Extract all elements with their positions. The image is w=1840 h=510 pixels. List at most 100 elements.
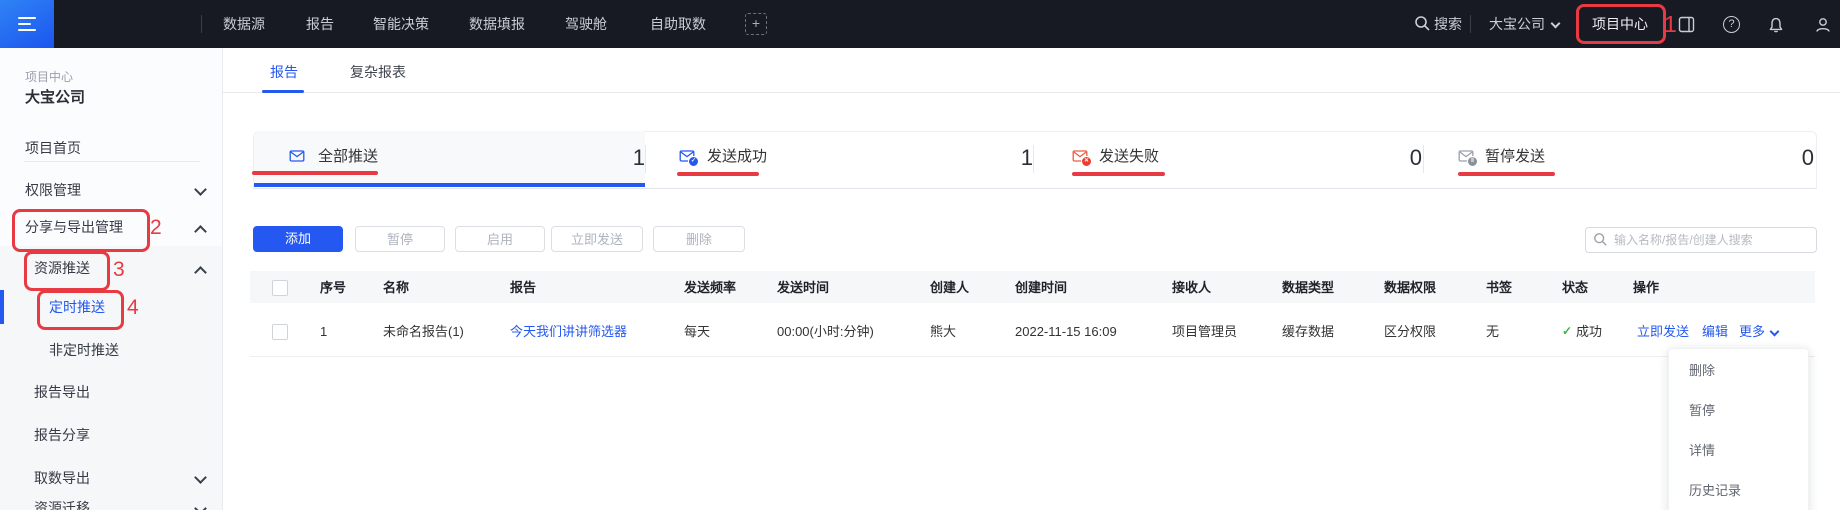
menu-item-detail[interactable]: 详情 — [1669, 431, 1808, 471]
bell-icon[interactable] — [1767, 16, 1785, 34]
add-module-button[interactable]: + — [745, 13, 767, 35]
row-checkbox[interactable] — [272, 324, 288, 340]
cell-creator: 熊大 — [930, 323, 956, 341]
topbar-nav-datasource[interactable]: 数据源 — [223, 0, 265, 48]
col-header-index: 序号 — [320, 279, 346, 297]
col-header-name: 名称 — [383, 279, 409, 297]
divider — [24, 161, 200, 162]
help-icon[interactable]: ? — [1723, 16, 1740, 33]
delete-button[interactable]: 删除 — [653, 226, 745, 252]
more-actions-menu: 删除 暂停 详情 历史记录 — [1668, 348, 1809, 510]
tab-report[interactable]: 报告 — [270, 62, 298, 82]
sidebar-item-permission[interactable]: 权限管理 — [25, 180, 81, 200]
hamburger-icon — [18, 29, 36, 31]
pause-button[interactable]: 暂停 — [355, 226, 445, 252]
search-icon — [1593, 232, 1608, 247]
sidebar-item-query-export[interactable]: 取数导出 — [34, 468, 90, 488]
active-tab-indicator — [262, 90, 304, 93]
col-header-report: 报告 — [510, 279, 536, 297]
col-header-data-permission: 数据权限 — [1384, 279, 1436, 297]
col-header-frequency: 发送频率 — [684, 279, 736, 297]
tab-complex-report[interactable]: 复杂报表 — [350, 62, 406, 82]
active-segment-indicator — [254, 183, 645, 187]
annotation-underline — [252, 171, 378, 175]
cell-index: 1 — [320, 323, 327, 341]
col-header-receiver: 接收人 — [1172, 279, 1211, 297]
sidebar: 项目中心 大宝公司 项目首页 权限管理 分享与导出管理 资源推送 定时推送 非定… — [0, 48, 223, 510]
annotation-number-4: 4 — [127, 296, 139, 320]
annotation-underline — [677, 172, 759, 176]
sidebar-item-report-share[interactable]: 报告分享 — [34, 425, 90, 445]
col-header-send-time: 发送时间 — [777, 279, 829, 297]
annotation-underline — [1072, 172, 1165, 176]
divider — [1470, 15, 1471, 33]
sidebar-item-share-export[interactable]: 分享与导出管理 — [25, 217, 123, 237]
cell-status: 成功 — [1576, 323, 1602, 341]
topbar-search-label[interactable]: 搜索 — [1434, 0, 1462, 48]
layout-switch-icon[interactable] — [1678, 16, 1695, 33]
topbar-nav-smart-decision[interactable]: 智能决策 — [373, 0, 429, 48]
topbar-nav-dashboard[interactable]: 驾驶舱 — [565, 0, 607, 48]
row-action-more[interactable]: 更多 — [1739, 323, 1765, 341]
user-icon[interactable] — [1814, 16, 1832, 34]
stat-value-send-success: 1 — [646, 144, 1033, 172]
search-input[interactable] — [1585, 227, 1817, 253]
col-header-status: 状态 — [1562, 279, 1588, 297]
sidebar-section-label: 项目中心 — [25, 68, 73, 85]
hamburger-icon — [18, 17, 36, 19]
success-check-icon: ✓ — [1562, 324, 1572, 338]
cell-report-link[interactable]: 今天我们讲讲筛选器 — [510, 323, 627, 341]
divider — [222, 92, 1840, 93]
send-now-button[interactable]: 立即发送 — [551, 226, 643, 252]
chevron-down-icon[interactable] — [194, 183, 207, 196]
col-header-creator: 创建人 — [930, 279, 969, 297]
menu-item-delete[interactable]: 删除 — [1669, 351, 1808, 391]
cell-data-permission: 区分权限 — [1384, 323, 1436, 341]
annotation-number-1: 1 — [1664, 11, 1677, 38]
topbar: 数据源 报告 智能决策 数据填报 驾驶舱 自助取数 + 搜索 大宝公司 项目中心… — [0, 0, 1840, 48]
col-header-data-type: 数据类型 — [1282, 279, 1334, 297]
sidebar-item-resource-migrate[interactable]: 资源迁移 — [34, 498, 90, 510]
menu-toggle-button[interactable] — [0, 0, 54, 48]
company-dropdown[interactable]: 大宝公司 — [1489, 0, 1545, 48]
topbar-nav-report[interactable]: 报告 — [306, 0, 334, 48]
cell-name: 未命名报告(1) — [383, 323, 464, 341]
menu-item-pause[interactable]: 暂停 — [1669, 391, 1808, 431]
annotation-number-2: 2 — [150, 216, 162, 240]
sidebar-item-unscheduled-push[interactable]: 非定时推送 — [49, 340, 119, 360]
topbar-nav-self-query[interactable]: 自助取数 — [650, 0, 706, 48]
cell-data-type: 缓存数据 — [1282, 323, 1334, 341]
sidebar-company-name: 大宝公司 — [25, 86, 85, 107]
sidebar-item-report-export[interactable]: 报告导出 — [34, 382, 90, 402]
topbar-nav-data-entry[interactable]: 数据填报 — [469, 0, 525, 48]
annotation-number-3: 3 — [113, 258, 125, 282]
cell-receiver: 项目管理员 — [1172, 323, 1237, 341]
cell-frequency: 每天 — [684, 323, 710, 341]
stat-value-all-push: 1 — [254, 144, 645, 172]
active-item-indicator — [0, 290, 4, 324]
chevron-up-icon[interactable] — [194, 225, 207, 238]
row-action-edit[interactable]: 编辑 — [1702, 323, 1728, 341]
cell-bookmark: 无 — [1486, 323, 1499, 341]
project-center-button[interactable]: 项目中心 — [1592, 0, 1648, 48]
chevron-down-icon[interactable] — [1551, 19, 1561, 29]
sidebar-item-project-home[interactable]: 项目首页 — [25, 138, 81, 158]
divider — [250, 356, 1815, 357]
row-action-send-now[interactable]: 立即发送 — [1637, 323, 1689, 341]
col-header-actions: 操作 — [1633, 279, 1659, 297]
sidebar-item-resource-push[interactable]: 资源推送 — [34, 258, 90, 278]
select-all-checkbox[interactable] — [272, 280, 288, 296]
stat-value-pause-send: 0 — [1424, 144, 1814, 172]
app-root: 数据源 报告 智能决策 数据填报 驾驶舱 自助取数 + 搜索 大宝公司 项目中心… — [0, 0, 1840, 510]
add-button[interactable]: 添加 — [253, 226, 343, 252]
sidebar-item-scheduled-push[interactable]: 定时推送 — [49, 297, 105, 317]
cell-created-at: 2022-11-15 16:09 — [1015, 323, 1117, 341]
chevron-down-icon[interactable] — [1770, 327, 1780, 337]
search-icon[interactable] — [1414, 15, 1431, 32]
col-header-created-at: 创建时间 — [1015, 279, 1067, 297]
enable-button[interactable]: 启用 — [455, 226, 545, 252]
stat-value-send-failed: 0 — [1034, 144, 1422, 172]
menu-item-history[interactable]: 历史记录 — [1669, 471, 1808, 510]
col-header-bookmark: 书签 — [1486, 279, 1512, 297]
cell-send-time: 00:00(小时:分钟) — [777, 323, 874, 341]
